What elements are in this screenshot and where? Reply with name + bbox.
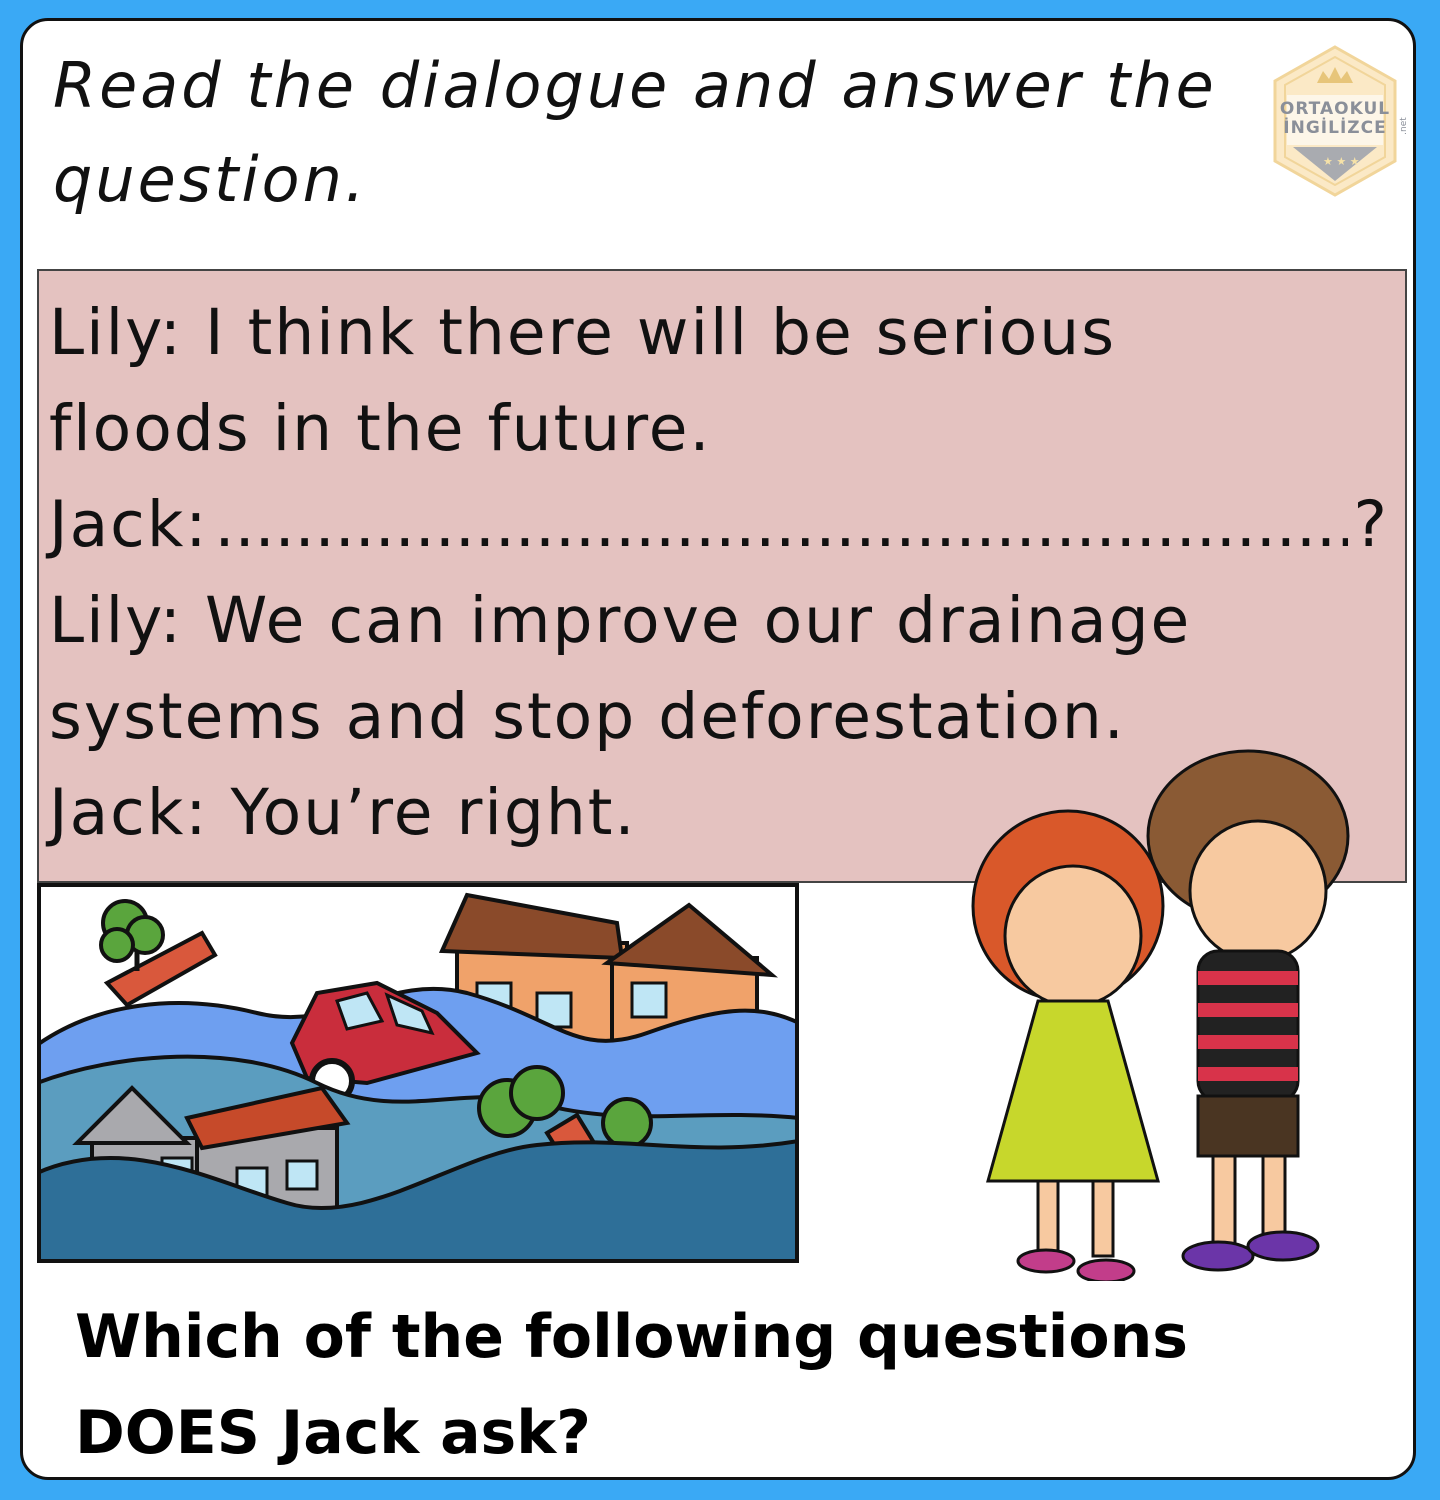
- jack-speaker-label: Jack:: [49, 488, 209, 561]
- dialogue-jack-line-2: Jack: You’re right.: [49, 776, 637, 849]
- logo-suffix: .net: [1398, 117, 1409, 135]
- flood-illustration: [37, 883, 799, 1263]
- instruction-text: Read the dialogue and answer the questio…: [53, 49, 1217, 216]
- floating-tree-icon: [99, 899, 218, 1008]
- dialogue-lily-line-2: Lily: We can improve our drainage: [49, 584, 1192, 657]
- question-card: Read the dialogue and answer the questio…: [20, 18, 1416, 1480]
- boy-icon: [1146, 749, 1350, 1272]
- answer-blank: ........................................…: [214, 488, 1348, 561]
- sad-children-illustration: [971, 749, 1350, 1281]
- logo-text-line2: İNGİLİZCE: [1283, 118, 1387, 138]
- girl-icon: [971, 809, 1165, 1281]
- question-text: Which of the following questions DOES Ja…: [75, 1302, 1189, 1468]
- dialogue-jack-blank-line: Jack: ..................................…: [49, 477, 1389, 573]
- question-mark: ?: [1353, 488, 1389, 561]
- svg-text:★ ★ ★: ★ ★ ★: [1323, 155, 1360, 168]
- site-logo: ★ ★ ★ ORTAOKUL İNGİLİZCE .net: [1273, 43, 1409, 198]
- dialogue-lily-line-1-cont: floods in the future.: [49, 392, 712, 465]
- logo-text-line1: ORTAOKUL: [1279, 99, 1391, 119]
- dialogue-lily-line-1: Lily: I think there will be serious: [49, 296, 1117, 369]
